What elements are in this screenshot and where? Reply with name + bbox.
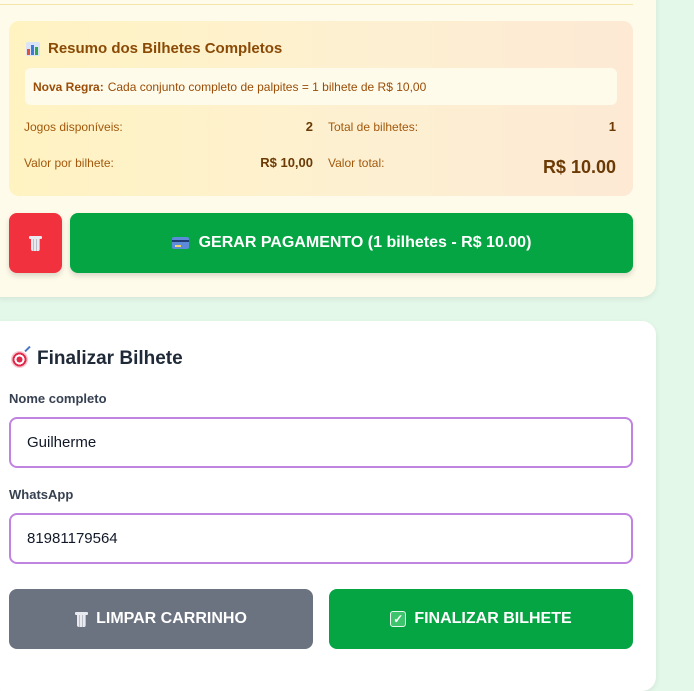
checkmark-icon: ✓	[390, 611, 407, 627]
generate-payment-button[interactable]: GERAR PAGAMENTO (1 bilhetes - R$ 10.00)	[70, 213, 633, 273]
summary-title-text: Resumo dos Bilhetes Completos	[48, 40, 283, 57]
total-tickets-label: Total de bilhetes:	[328, 120, 419, 134]
total-value-label: Valor total:	[328, 156, 385, 170]
tickets-summary: Resumo dos Bilhetes Completos Nova Regra…	[9, 21, 633, 196]
finalize-title-text: Finalizar Bilhete	[37, 348, 183, 369]
clear-cart-label: LIMPAR CARRINHO	[96, 610, 247, 627]
total-value-value: R$ 10.00	[542, 157, 616, 177]
name-input[interactable]	[9, 417, 633, 468]
price-per-ticket-value: R$ 10,00	[260, 155, 313, 170]
summary-title: Resumo dos Bilhetes Completos	[26, 40, 282, 57]
trash-icon	[75, 611, 89, 627]
bar-chart-icon	[26, 41, 40, 56]
total-tickets-value: 1	[608, 119, 616, 134]
trash-icon	[29, 235, 42, 251]
generate-payment-label: GERAR PAGAMENTO (1 bilhetes - R$ 10.00)	[198, 234, 532, 251]
credit-card-icon	[171, 237, 189, 249]
whatsapp-label: WhatsApp	[9, 487, 74, 502]
finish-ticket-button[interactable]: ✓ FINALIZAR BILHETE	[329, 589, 633, 649]
delete-button[interactable]	[9, 213, 62, 273]
finish-ticket-label: FINALIZAR BILHETE	[414, 610, 572, 627]
divider	[0, 4, 633, 5]
whatsapp-input[interactable]	[9, 513, 633, 564]
clear-cart-button[interactable]: LIMPAR CARRINHO	[9, 589, 313, 649]
target-icon	[11, 350, 28, 368]
name-label: Nome completo	[9, 391, 107, 406]
rule-text: Cada conjunto completo de palpites = 1 b…	[107, 79, 427, 94]
rule-label: Nova Regra:	[33, 79, 104, 94]
price-per-ticket-label: Valor por bilhete:	[24, 156, 114, 170]
rule-notice: Nova Regra: Cada conjunto completo de pa…	[25, 68, 617, 105]
games-available-label: Jogos disponíveis:	[24, 120, 123, 134]
finalize-title: Finalizar Bilhete	[11, 348, 183, 370]
games-available-value: 2	[305, 119, 313, 134]
